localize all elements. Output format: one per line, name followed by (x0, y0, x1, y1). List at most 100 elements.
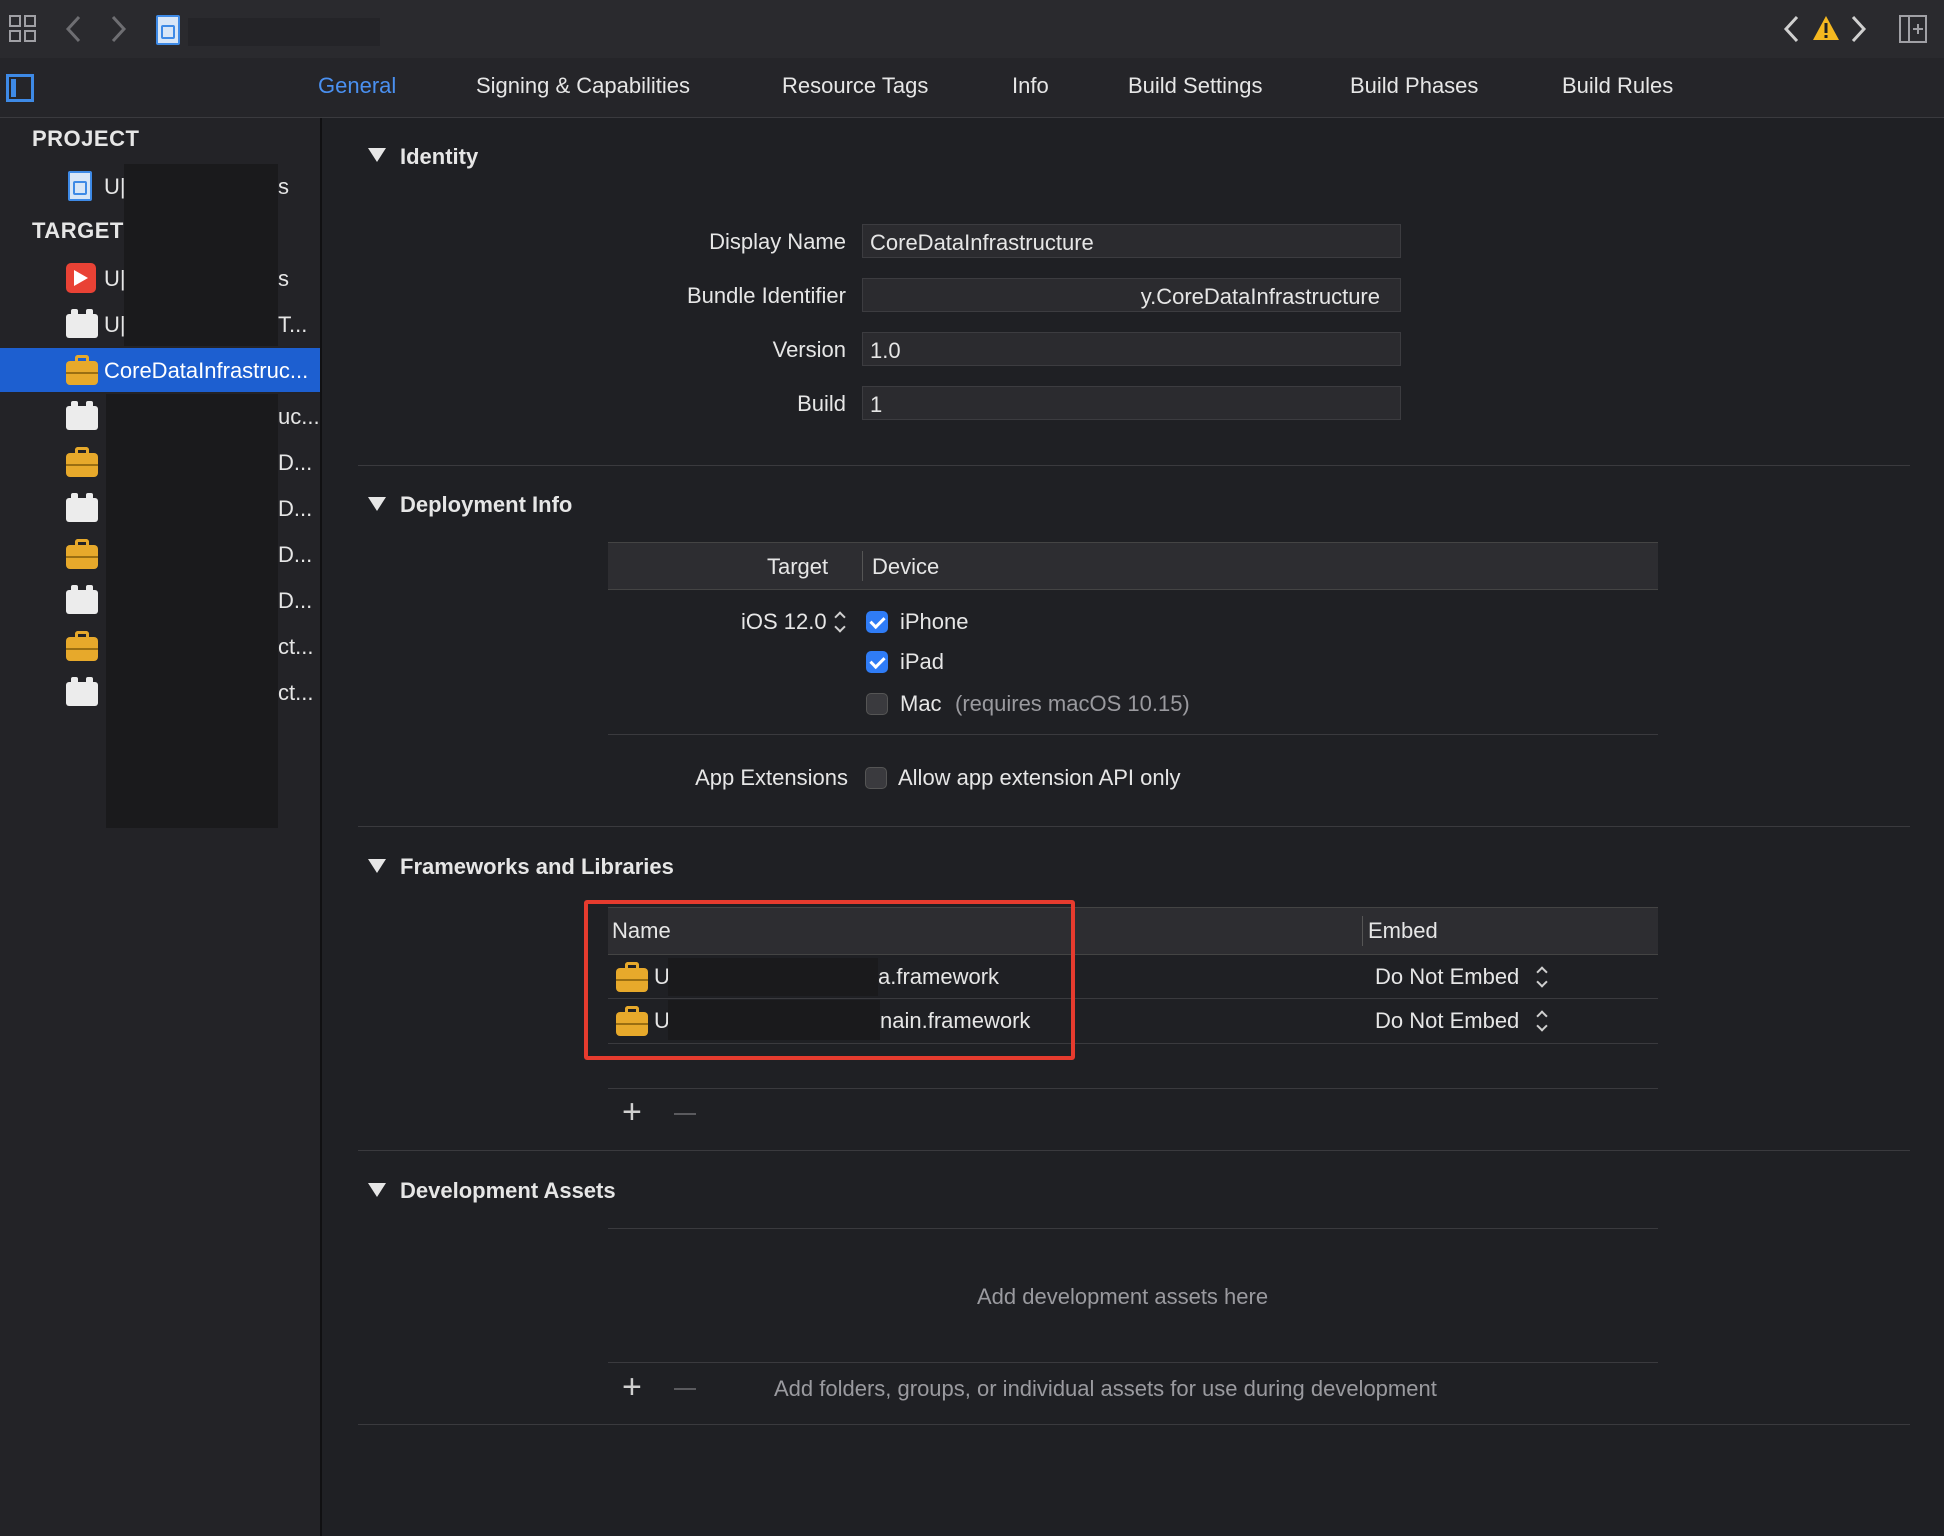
display-name-label: Display Name (709, 229, 846, 254)
previous-issue-icon[interactable] (1782, 14, 1802, 50)
up-down-chevron-icon[interactable] (1536, 1010, 1548, 1032)
app-icon (66, 263, 96, 293)
bundle-identifier-field[interactable]: y.CoreDataInfrastructure (862, 278, 1401, 312)
toolbar (0, 0, 1944, 59)
tab-info[interactable]: Info (1012, 73, 1049, 99)
bundle-identifier-label: Bundle Identifier (687, 283, 846, 308)
sidebar-item-suffix: s (278, 174, 289, 199)
disclosure-triangle-icon[interactable] (368, 859, 386, 873)
sidebar-toggle-icon[interactable] (6, 74, 34, 102)
deployment-table-header (608, 542, 1658, 590)
tab-build-phases[interactable]: Build Phases (1350, 73, 1478, 99)
block-icon (66, 585, 98, 614)
block-icon (66, 309, 98, 338)
tab-build-rules[interactable]: Build Rules (1562, 73, 1673, 99)
target-column-header: Target (767, 554, 829, 579)
add-editor-icon[interactable] (1898, 14, 1928, 50)
embed-popup[interactable]: Do Not Embed (1375, 1008, 1519, 1034)
section-divider (358, 1424, 1910, 1425)
forward-icon[interactable] (108, 14, 128, 50)
sidebar-item-coredatainfrastructure[interactable]: CoreDataInfrastruc... (0, 348, 320, 392)
project-navigator: PROJECT U| s TARGETS U| s U| T... CoreDa… (0, 118, 322, 1536)
section-divider (358, 826, 1910, 827)
sidebar-item-label: CoreDataInfrastruc... (104, 358, 309, 383)
app-extension-api-checkbox[interactable] (865, 767, 887, 789)
project-header: PROJECT (32, 126, 140, 151)
table-divider (608, 734, 1658, 735)
warning-icon[interactable] (1812, 14, 1840, 48)
next-issue-icon[interactable] (1848, 14, 1868, 50)
app-extension-api-label: Allow app extension API only (898, 765, 1181, 790)
section-divider (358, 465, 1910, 466)
project-icon (68, 171, 92, 201)
sidebar-item-suffix: D... (278, 588, 313, 613)
table-divider (608, 1362, 1658, 1363)
redaction-block (106, 394, 278, 828)
build-label: Build (797, 391, 846, 416)
grid-icon[interactable] (8, 14, 38, 44)
app-extensions-label: App Extensions (695, 765, 848, 790)
block-icon (66, 401, 98, 430)
disclosure-triangle-icon[interactable] (368, 148, 386, 162)
display-name-field[interactable]: CoreDataInfrastructure (862, 224, 1401, 258)
disclosure-triangle-icon[interactable] (368, 497, 386, 511)
development-assets-placeholder: Add development assets here (977, 1284, 1269, 1309)
frameworks-section-title: Frameworks and Libraries (400, 854, 674, 879)
table-divider (608, 1088, 1658, 1089)
sidebar-item-suffix: uc... (278, 404, 320, 429)
ipad-label: iPad (900, 649, 945, 674)
ipad-checkbox[interactable] (866, 651, 888, 673)
mac-requirement-note: (requires macOS 10.15) (955, 691, 1190, 716)
up-down-chevron-icon[interactable] (834, 611, 846, 633)
sidebar-item-label: U| (104, 312, 126, 337)
redacted-breadcrumb (188, 18, 380, 46)
add-asset-button[interactable]: + (622, 1370, 642, 1404)
redaction-block (124, 164, 278, 346)
toolbox-icon (66, 631, 98, 661)
toolbox-icon (66, 355, 98, 385)
sidebar-item-label: U| (104, 174, 126, 199)
back-icon[interactable] (64, 14, 84, 50)
tab-signing-capabilities[interactable]: Signing & Capabilities (476, 73, 690, 99)
development-assets-hint: Add folders, groups, or individual asset… (774, 1376, 1437, 1401)
project-file-icon[interactable] (156, 15, 180, 45)
iphone-checkbox[interactable] (866, 611, 888, 633)
add-framework-button[interactable]: + (622, 1095, 642, 1129)
targets-header: TARGETS (32, 218, 139, 243)
sidebar-item-suffix: s (278, 266, 289, 291)
disclosure-triangle-icon[interactable] (368, 1183, 386, 1197)
identity-section-title: Identity (400, 144, 479, 169)
tab-general[interactable]: General (318, 73, 396, 99)
embed-column-header: Embed (1368, 918, 1438, 943)
version-label: Version (772, 337, 846, 362)
sidebar-item-label: U| (104, 266, 126, 291)
block-icon (66, 677, 98, 706)
embed-popup[interactable]: Do Not Embed (1375, 964, 1519, 990)
remove-asset-button[interactable] (674, 1388, 696, 1390)
table-divider (608, 1228, 1658, 1229)
iphone-label: iPhone (900, 609, 969, 634)
version-field[interactable]: 1.0 (862, 332, 1401, 366)
block-icon (66, 493, 98, 522)
sidebar-item-suffix: D... (278, 450, 313, 475)
tab-build-settings[interactable]: Build Settings (1128, 73, 1263, 99)
remove-framework-button[interactable] (674, 1113, 696, 1115)
sidebar-item-suffix: D... (278, 542, 313, 567)
sidebar-item-suffix: ct... (278, 634, 314, 659)
ios-version-popup[interactable]: iOS 12.0 (741, 609, 827, 635)
up-down-chevron-icon[interactable] (1536, 966, 1548, 988)
tab-resource-tags[interactable]: Resource Tags (782, 73, 928, 99)
development-assets-section-title: Development Assets (400, 1178, 616, 1203)
sidebar-item-suffix: T... (278, 312, 308, 337)
highlight-annotation-box (584, 900, 1075, 1060)
mac-checkbox[interactable] (866, 693, 888, 715)
section-divider (358, 1150, 1910, 1151)
device-column-header: Device (872, 554, 940, 579)
toolbox-icon (66, 447, 98, 477)
build-field[interactable]: 1 (862, 386, 1401, 420)
sidebar-item-suffix: D... (278, 496, 313, 521)
toolbox-icon (66, 539, 98, 569)
sidebar-item-suffix: ct... (278, 680, 314, 705)
mac-label: Mac (900, 691, 942, 716)
deployment-section-title: Deployment Info (400, 492, 573, 517)
